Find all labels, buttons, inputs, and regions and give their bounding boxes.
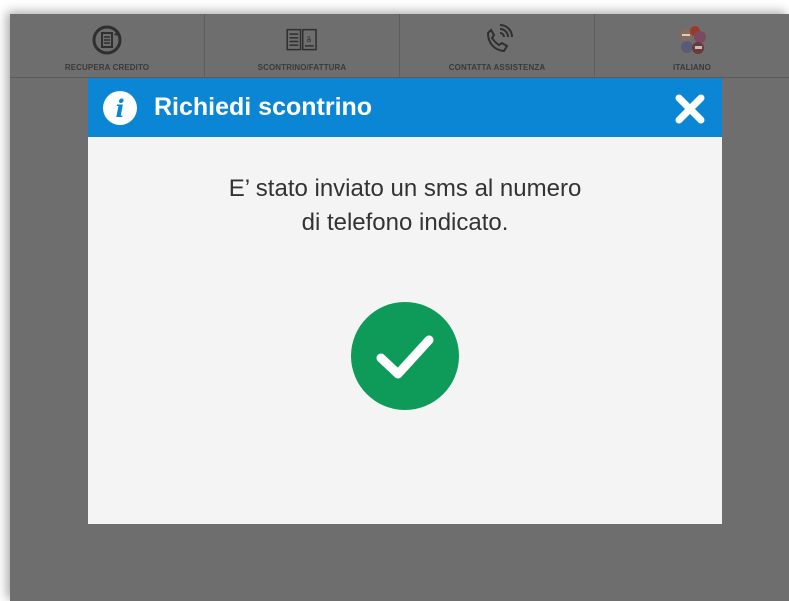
receipt-invoice-button[interactable]: ä SCONTRINO/FATTURA bbox=[205, 14, 400, 77]
app-frame: RECUPERA CREDITO ä SCONTRINO/FATTURA CON… bbox=[10, 14, 789, 601]
confirmation-message: E’ stato inviato un sms al numero di tel… bbox=[88, 172, 722, 240]
recover-credit-label: RECUPERA CREDITO bbox=[64, 63, 150, 72]
phone-support-icon bbox=[480, 23, 514, 57]
contact-support-label: CONTATTA ASSISTENZA bbox=[448, 63, 546, 72]
close-button[interactable] bbox=[672, 91, 708, 127]
success-check-icon bbox=[351, 302, 459, 410]
message-line-1: E’ stato inviato un sms al numero bbox=[228, 175, 582, 202]
svg-text:i: i bbox=[115, 94, 124, 123]
language-flags-icon bbox=[675, 23, 709, 57]
top-toolbar: RECUPERA CREDITO ä SCONTRINO/FATTURA CON… bbox=[10, 14, 789, 78]
receipt-invoice-icon: ä bbox=[285, 23, 319, 57]
receipt-request-dialog: i Richiedi scontrino E’ stato inviato un… bbox=[88, 78, 722, 524]
dialog-header: i Richiedi scontrino bbox=[88, 78, 722, 137]
language-selector[interactable]: ITALIANO bbox=[595, 14, 789, 77]
info-icon: i bbox=[102, 90, 138, 126]
language-label: ITALIANO bbox=[673, 63, 711, 72]
message-line-2: di telefono indicato. bbox=[301, 209, 509, 236]
receipt-invoice-label: SCONTRINO/FATTURA bbox=[257, 63, 347, 72]
svg-text:ä: ä bbox=[306, 34, 311, 44]
recover-credit-icon bbox=[90, 23, 124, 57]
dialog-title: Richiedi scontrino bbox=[154, 93, 373, 121]
contact-support-button[interactable]: CONTATTA ASSISTENZA bbox=[400, 14, 595, 77]
close-icon bbox=[675, 94, 705, 124]
recover-credit-button[interactable]: RECUPERA CREDITO bbox=[10, 14, 205, 77]
